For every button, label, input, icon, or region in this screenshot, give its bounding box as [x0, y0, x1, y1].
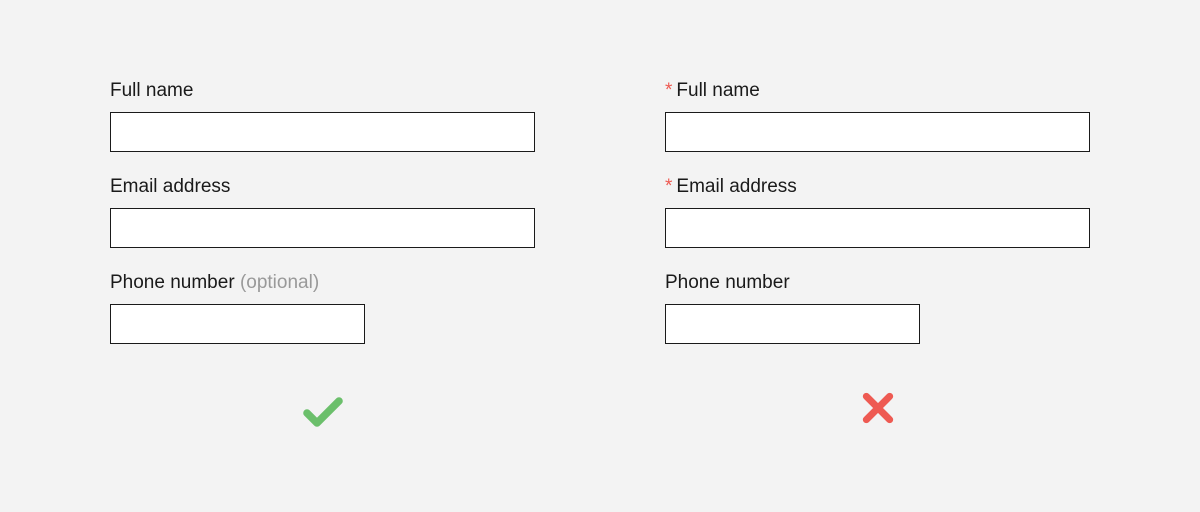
- field-email: *Email address: [665, 176, 1090, 248]
- label-text: Phone number: [665, 272, 790, 293]
- label-text: Email address: [110, 176, 230, 197]
- field-full-name: Full name: [110, 80, 535, 152]
- phone-input[interactable]: [110, 304, 365, 344]
- label-email: *Email address: [665, 176, 1090, 198]
- label-full-name: *Full name: [665, 80, 1090, 102]
- label-phone: Phone number: [665, 272, 1090, 294]
- label-text: Phone number: [110, 272, 235, 293]
- check-icon: [299, 388, 347, 436]
- label-phone: Phone number (optional): [110, 272, 535, 294]
- form-bad-example: *Full name *Email address Phone number: [665, 80, 1090, 482]
- status-incorrect: [665, 388, 1090, 428]
- field-full-name: *Full name: [665, 80, 1090, 152]
- label-email: Email address: [110, 176, 535, 198]
- email-input[interactable]: [665, 208, 1090, 248]
- field-email: Email address: [110, 176, 535, 248]
- form-good-example: Full name Email address Phone number (op…: [110, 80, 535, 482]
- required-asterisk: *: [665, 176, 672, 197]
- phone-input[interactable]: [665, 304, 920, 344]
- cross-icon: [858, 388, 898, 428]
- optional-hint: (optional): [240, 272, 319, 293]
- email-input[interactable]: [110, 208, 535, 248]
- label-text: Email address: [676, 176, 796, 197]
- required-asterisk: *: [665, 80, 672, 101]
- field-phone: Phone number (optional): [110, 272, 535, 344]
- label-text: Full name: [676, 80, 759, 101]
- field-phone: Phone number: [665, 272, 1090, 344]
- label-full-name: Full name: [110, 80, 535, 102]
- comparison-container: Full name Email address Phone number (op…: [0, 0, 1200, 512]
- status-correct: [110, 388, 535, 436]
- label-text: Full name: [110, 80, 193, 101]
- full-name-input[interactable]: [665, 112, 1090, 152]
- full-name-input[interactable]: [110, 112, 535, 152]
